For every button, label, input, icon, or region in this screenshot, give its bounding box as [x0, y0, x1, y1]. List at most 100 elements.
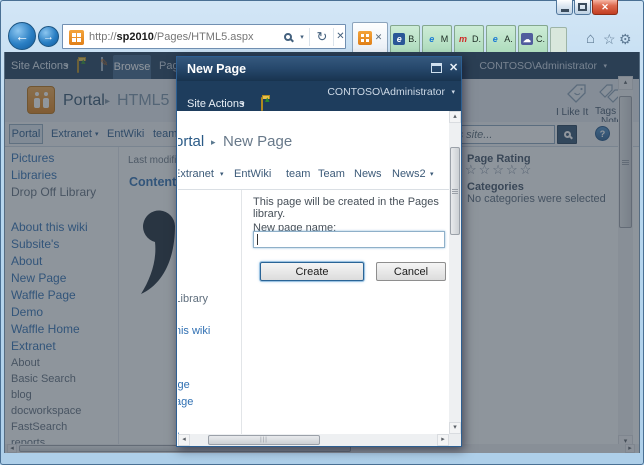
dialog-nav-team[interactable]: team — [286, 168, 310, 180]
url-text: http://sp2010/Pages/HTML5.aspx — [89, 31, 254, 43]
sharepoint-icon-grid — [72, 33, 76, 37]
url-path: /Pages/HTML5.aspx — [153, 31, 254, 43]
back-button[interactable]: ← — [8, 22, 36, 50]
dialog-content: Portal ▸ New Page Extranet ▾ EntWiki tea… — [178, 111, 449, 434]
breadcrumb-separator-icon: ▸ — [211, 137, 216, 147]
url-scheme: http:// — [89, 31, 117, 43]
forward-button[interactable]: → — [38, 26, 59, 47]
window-close-button[interactable]: ✕ — [592, 0, 618, 15]
favorites-button[interactable]: ☆ — [603, 31, 616, 48]
home-icon: ⌂ — [586, 30, 596, 47]
dialog-hscroll-thumb[interactable]: ||| — [208, 435, 320, 445]
close-tab-icon[interactable]: ✕ — [375, 32, 383, 43]
dialog-side-newpage[interactable]: New Page — [178, 379, 190, 391]
dialog-title-bar[interactable]: New Page ✕ — [177, 57, 461, 81]
dialog-side-wafflepage[interactable]: Waffle Page — [178, 396, 193, 408]
new-tab-button[interactable] — [550, 27, 567, 52]
dialog-scroll-left-button[interactable]: ◂ — [178, 434, 190, 446]
left-arrow-icon: ◂ — [182, 436, 186, 443]
tab-4-label: A. — [504, 34, 513, 44]
settings-button[interactable]: ⚙ — [619, 31, 632, 48]
scrollbar-corner — [449, 434, 461, 446]
address-search-icon[interactable] — [279, 25, 297, 48]
minimize-icon — [560, 8, 569, 12]
maximize-icon — [578, 3, 587, 11]
dialog-chrome-band: CONTOSO\Administrator ▾ Site Actions ▾ ▴ — [177, 81, 461, 111]
chevron-down-icon: ▾ — [300, 33, 304, 41]
up-arrow-icon: ▴ — [453, 113, 457, 120]
dialog-nav-news[interactable]: News — [354, 168, 382, 180]
tab-3-label: D. — [472, 34, 481, 44]
tab-1-favicon: e — [393, 33, 406, 45]
sharepoint-tab-icon — [357, 30, 372, 45]
cloud-icon: ☁ — [521, 33, 533, 45]
dialog-nav-news2[interactable]: News2 — [392, 168, 426, 180]
dialog-title: New Page — [187, 62, 247, 76]
close-icon: ✕ — [601, 1, 609, 12]
dialog-sidebar-divider — [241, 190, 242, 434]
dialog-nav-extranet[interactable]: Extranet — [178, 168, 214, 180]
dialog-vscroll-thumb[interactable] — [450, 147, 460, 235]
url-host: sp2010 — [116, 31, 154, 43]
back-icon: ← — [15, 28, 29, 44]
dialog-nav-entwiki[interactable]: EntWiki — [234, 168, 271, 180]
home-button[interactable]: ⌂ — [586, 30, 595, 47]
stop-button[interactable]: ✕ — [335, 25, 346, 48]
dialog-scroll-right-button[interactable]: ▸ — [437, 434, 449, 446]
refresh-icon: ↻ — [316, 28, 328, 44]
thumb-grip — [452, 191, 458, 192]
create-button[interactable]: Create — [260, 262, 364, 281]
dialog-breadcrumb-page: New Page — [223, 133, 293, 150]
tab-5-label: C. — [536, 34, 545, 44]
address-dropdown-caret[interactable]: ▾ — [297, 25, 307, 48]
stop-icon: ✕ — [336, 31, 345, 42]
new-page-dialog: New Page ✕ CONTOSO\Administrator ▾ Site … — [176, 56, 462, 447]
window-minimize-button[interactable] — [556, 0, 573, 15]
dialog-site-actions[interactable]: Site Actions — [187, 98, 244, 110]
cancel-button[interactable]: Cancel — [376, 262, 446, 281]
chevron-down-icon: ▾ — [430, 171, 434, 178]
tab-2-label: M — [440, 34, 449, 44]
dialog-side-dropoff[interactable]: Drop Off Library — [178, 293, 208, 305]
text-caret — [257, 234, 258, 245]
address-separator2 — [333, 28, 334, 46]
right-arrow-icon: ▸ — [441, 436, 445, 443]
tab-2[interactable]: e M — [422, 25, 452, 52]
up-arrow-icon: ▴ — [265, 94, 270, 104]
chevron-down-icon: ▾ — [241, 101, 245, 108]
dialog-maximize-icon[interactable] — [431, 63, 442, 73]
dialog-info-text: This page will be created in the Pages l… — [253, 196, 439, 220]
new-page-name-input[interactable] — [253, 231, 445, 248]
ie-icon: e — [429, 34, 435, 44]
new-page-name-field-wrap — [253, 231, 445, 248]
gear-icon: ⚙ — [619, 31, 632, 47]
tabs-divider — [178, 189, 449, 190]
dialog-nav-team2[interactable]: Team — [318, 168, 345, 180]
dialog-user-menu[interactable]: CONTOSO\Administrator — [327, 86, 445, 98]
sharepoint-icon-grid — [360, 33, 364, 37]
window-maximize-button[interactable] — [574, 0, 591, 15]
dialog-breadcrumb-root[interactable]: Portal — [178, 133, 204, 150]
navigate-up-icon[interactable]: ▴ — [261, 94, 270, 111]
dialog-scroll-down-button[interactable]: ▾ — [449, 422, 461, 434]
tab-1[interactable]: e B. — [390, 25, 420, 52]
tab-4[interactable]: e A. — [486, 25, 516, 52]
address-bar[interactable]: http://sp2010/Pages/HTML5.aspx ▾ ↻ ✕ — [62, 24, 346, 49]
dialog-close-icon[interactable]: ✕ — [449, 61, 458, 74]
ie-icon: e — [492, 34, 498, 44]
tab-3[interactable]: m D. — [454, 25, 484, 52]
dialog-side-aboutwiki[interactable]: About this wiki — [178, 325, 210, 337]
tab-5[interactable]: ☁ C. — [518, 25, 548, 52]
tab-1-label: B. — [408, 34, 417, 44]
sharepoint-favicon — [69, 30, 84, 45]
star-icon: ☆ — [603, 31, 616, 47]
chevron-down-icon: ▾ — [451, 89, 455, 96]
search-icon — [284, 32, 292, 41]
chevron-down-icon: ▾ — [220, 171, 224, 178]
forward-icon: → — [43, 30, 54, 43]
tab-current[interactable]: ✕ — [352, 22, 388, 52]
refresh-button[interactable]: ↻ — [311, 25, 333, 48]
dialog-scroll-up-button[interactable]: ▴ — [449, 111, 461, 123]
down-arrow-icon: ▾ — [453, 424, 457, 431]
tab-3-favicon: m — [458, 34, 467, 44]
